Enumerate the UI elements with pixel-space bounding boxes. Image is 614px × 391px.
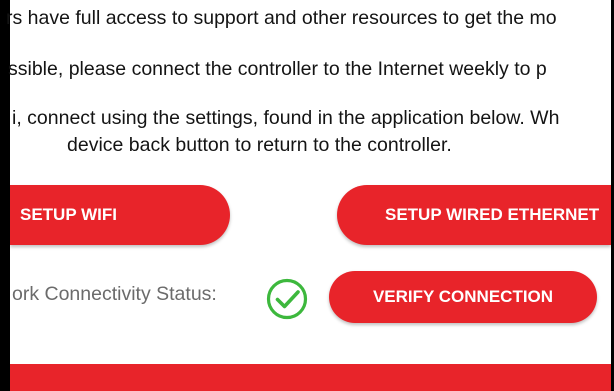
connectivity-status-label: ork Connectivity Status: — [12, 283, 217, 305]
setup-wifi-button[interactable]: SETUP WIFI — [10, 185, 230, 245]
bottom-action-bar[interactable] — [10, 364, 611, 391]
info-text-line-2: ssible, please connect the controller to… — [8, 58, 547, 80]
setup-wired-ethernet-button[interactable]: SETUP WIRED ETHERNET — [337, 185, 611, 245]
info-text-line-3: i, connect using the settings, found in … — [12, 107, 560, 129]
info-text-line-4: device back button to return to the cont… — [67, 134, 452, 156]
check-circle-icon — [266, 278, 308, 320]
info-text-line-1: rs have full access to support and other… — [6, 7, 557, 29]
verify-connection-button[interactable]: VERIFY CONNECTION — [329, 271, 597, 323]
